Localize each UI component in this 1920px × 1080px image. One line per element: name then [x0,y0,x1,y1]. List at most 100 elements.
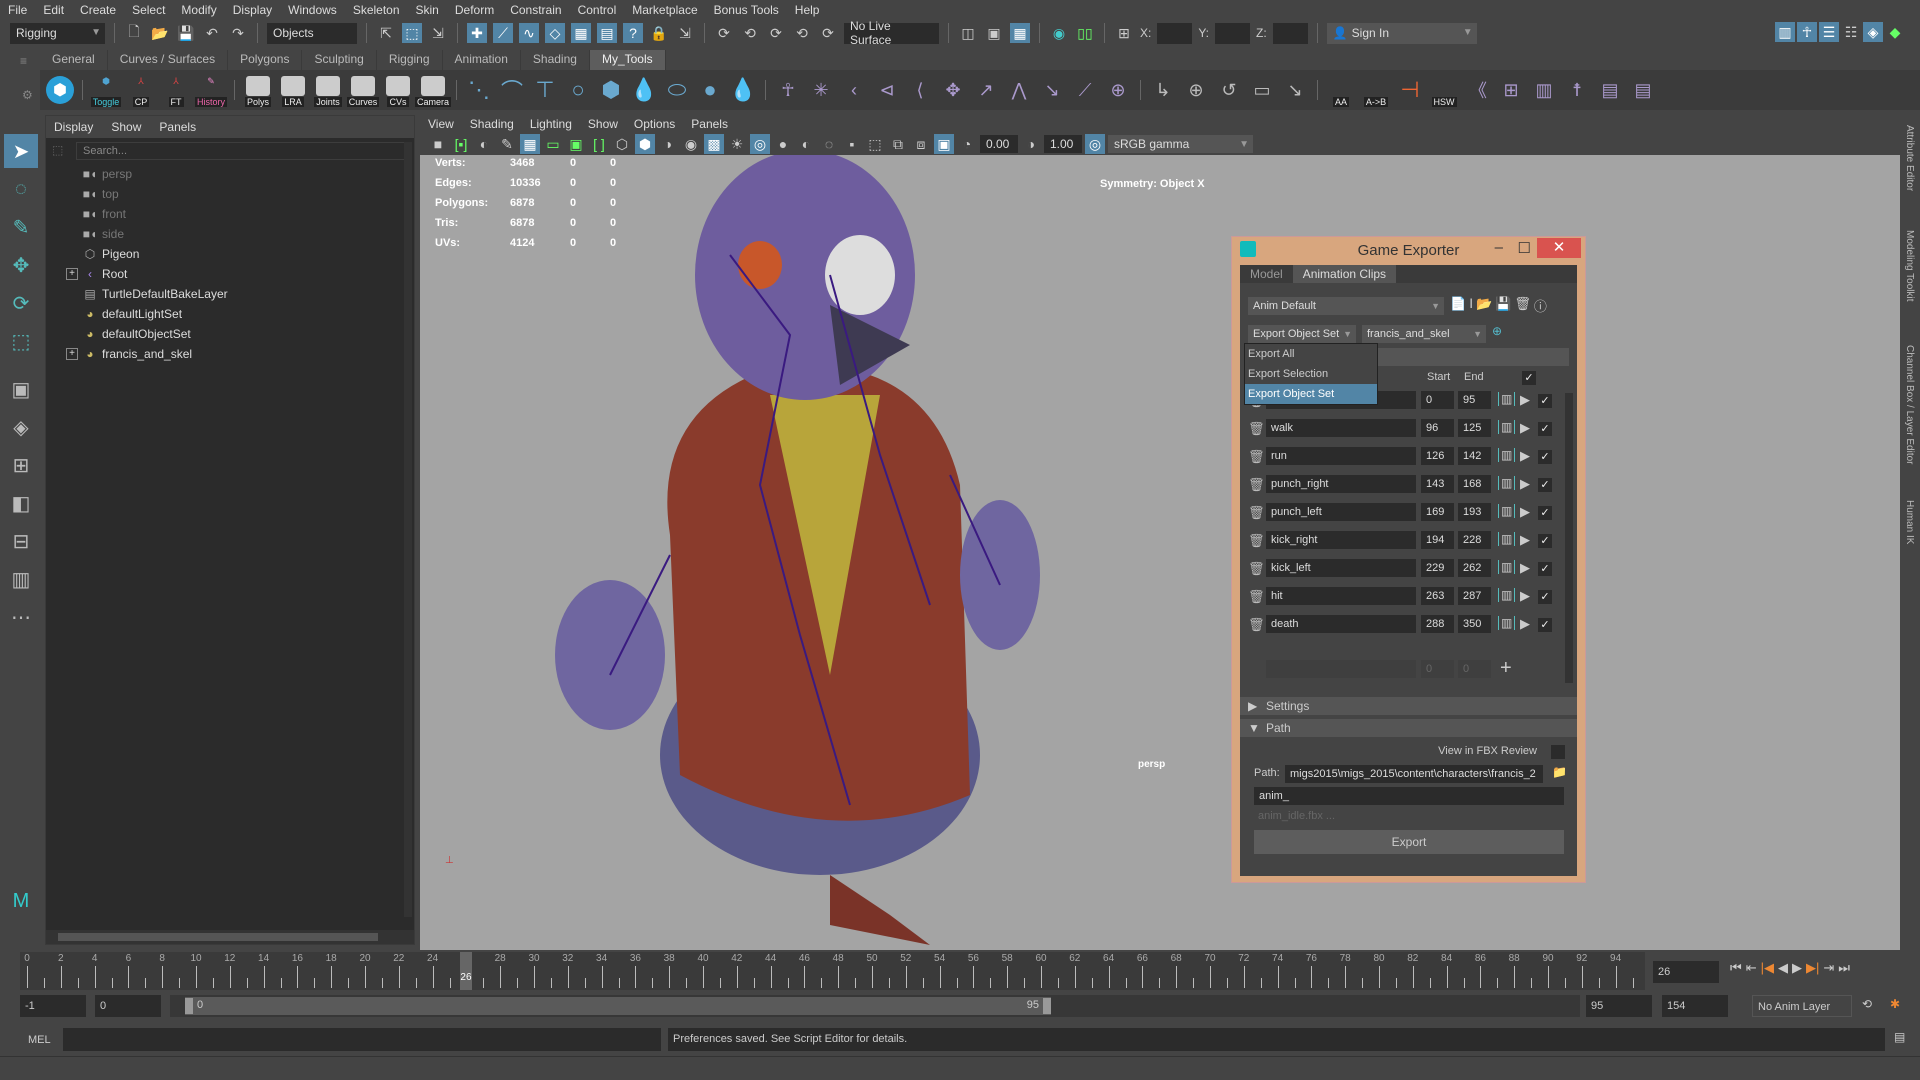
input-ops-icon[interactable]: ⟲ [740,23,760,43]
film-gate-icon[interactable]: ▭ [543,134,563,154]
help-icon[interactable]: ⓘ [1534,296,1547,315]
select-hierarchy-icon[interactable]: ⇱ [376,23,396,43]
shelf-button-polys[interactable]: Polys [243,73,273,107]
menu-deform[interactable]: Deform [455,3,494,17]
menu-create[interactable]: Create [80,3,116,17]
shelf-button-lra[interactable]: LRA [278,73,308,107]
history-icon[interactable]: ⟳ [714,23,734,43]
shelf-button-cvs[interactable]: CVs [383,73,413,107]
snap-point-icon[interactable]: ∿ [519,23,539,43]
dialog-title-bar[interactable]: Game Exporter – ☐ ✕ [1232,237,1585,263]
play-clip-icon[interactable]: ▶ [1520,448,1530,464]
clip-end-input[interactable]: 168 [1458,475,1491,493]
drop-icon[interactable]: 💧 [630,76,658,104]
path-section-header[interactable]: ▼ Path [1240,719,1577,737]
construction-history-icon[interactable]: ⟲ [792,23,812,43]
tab-polygons[interactable]: Polygons [228,50,303,70]
modeling-toolkit-toggle-icon[interactable]: ▥ [1775,22,1795,42]
select-tool-icon[interactable]: ➤ [4,134,38,168]
tab-general[interactable]: General [40,50,108,70]
play-clip-icon[interactable]: ▶ [1520,532,1530,548]
clip-start-input[interactable]: 0 [1421,391,1454,409]
cylinder-icon[interactable]: ⬭ [663,76,691,104]
path-input[interactable]: migs2015\migs_2015\content\characters\fr… [1285,765,1543,783]
shelf-button-camera[interactable]: Camera [415,73,452,107]
menu-control[interactable]: Control [578,3,617,17]
menu-select[interactable]: Select [132,3,165,17]
shelf-button-joints[interactable]: Joints [313,73,343,107]
persp-layout-icon[interactable]: ◈ [4,410,38,444]
filter-icon[interactable]: ⬚ [52,143,63,157]
expand-toggle-icon[interactable]: + [66,348,78,360]
tab-animation[interactable]: Animation [442,50,521,70]
xray-joints-icon[interactable]: ⧉ [888,134,908,154]
set-time-range-icon[interactable]: ▥ [1498,448,1516,462]
animation-end-field[interactable]: 154 [1662,995,1728,1017]
clip-end-input[interactable]: 228 [1458,531,1491,549]
new-clip-end-input[interactable]: 0 [1458,660,1491,678]
viewport-panel[interactable]: View Shading Lighting Show Options Panels ■ [… [420,115,1900,950]
lock-icon[interactable]: 🔒 [649,23,669,43]
joint-orient-icon[interactable]: ⟨ [906,76,934,104]
object-set-dropdown[interactable]: francis_and_skel ▼ [1362,325,1486,343]
rotate-tool-icon[interactable]: ⟳ [4,286,38,320]
command-input[interactable] [63,1028,661,1051]
play-clip-icon[interactable]: ▶ [1520,560,1530,576]
settings-section-header[interactable]: ▶ Settings [1240,697,1577,715]
menuset-dropdown[interactable]: Rigging ▼ [10,22,105,44]
gamma-icon[interactable]: ◑ [1021,134,1041,154]
set-time-range-icon[interactable]: ▥ [1498,476,1516,490]
clip-start-input[interactable]: 194 [1421,531,1454,549]
outliner-item[interactable]: ▤ TurtleDefaultBakeLayer [46,284,414,304]
cube-icon[interactable]: ⬢ [597,76,625,104]
outliner-menu-panels[interactable]: Panels [159,120,196,134]
open-preset-icon[interactable]: 📂 [1476,296,1492,315]
clip-name-input[interactable]: walk [1266,419,1416,437]
play-clip-icon[interactable]: ▶ [1520,392,1530,408]
shelf-button-curves[interactable]: Curves [346,73,380,107]
tab-rigging[interactable]: Rigging [376,50,443,70]
tab-curves-surfaces[interactable]: Curves / Surfaces [107,50,229,70]
clip-end-input[interactable]: 142 [1458,447,1491,465]
wireframe-icon[interactable]: ⬡ [612,134,632,154]
circle-icon[interactable]: ○ [564,76,592,104]
anim-layer-dropdown[interactable]: No Anim Layer [1752,995,1852,1017]
menu-marketplace[interactable]: Marketplace [632,3,697,17]
snap-view-plane-icon[interactable]: ▦ [571,23,591,43]
shelf-button-ft[interactable]: ⅄ FT [161,73,191,107]
tab-model[interactable]: Model [1240,265,1293,283]
bind-skin-icon[interactable]: ↗ [972,76,1000,104]
curve-ep-icon[interactable]: ⌒ [498,76,526,104]
hud-icon[interactable]: ▣ [934,134,954,154]
smooth-shade-icon[interactable]: ⬢ [635,134,655,154]
playback-end-field[interactable]: 95 [1586,995,1652,1017]
clip-start-input[interactable]: 229 [1421,559,1454,577]
delete-clip-icon[interactable]: 🗑 [1248,617,1265,633]
selection-mode-dropdown[interactable]: Objects [267,22,357,44]
render-view-icon[interactable]: ◫ [958,23,978,43]
auto-key-icon[interactable]: ⟲ [1862,997,1872,1011]
viewport-menu-view[interactable]: View [428,117,454,131]
clip-export-checkbox[interactable]: ✓ [1538,394,1552,408]
outliner-h-scrollbar[interactable] [46,930,414,944]
clip-start-input[interactable]: 288 [1421,615,1454,633]
range-end-handle[interactable] [1043,998,1051,1014]
help-icon[interactable]: ? [623,23,643,43]
export-button[interactable]: Export [1254,830,1564,854]
insert-joint-icon[interactable]: ⟋ [1071,76,1099,104]
new-clip-start-input[interactable]: 0 [1421,660,1454,678]
export-menu-item-export-all[interactable]: Export All [1245,344,1377,364]
add-clip-button[interactable]: + [1500,657,1512,680]
play-backward-icon[interactable]: ◀ [1778,960,1788,976]
layout-icon[interactable]: ▥ [4,562,38,596]
pose-icon[interactable]: ☨ [1563,76,1591,104]
xray-active-icon[interactable]: ⧈ [911,134,931,154]
single-pane-layout-icon[interactable]: ▣ [4,372,38,406]
wireframe-on-shaded-icon[interactable]: ◑ [658,134,678,154]
delete-clip-icon[interactable]: 🗑 [1248,505,1265,521]
aim-constraint-icon[interactable]: ↘ [1281,76,1309,104]
set-time-range-icon[interactable]: ▥ [1498,392,1516,406]
outliner-scrollbar[interactable] [404,142,412,917]
tab-my_tools[interactable]: My_Tools [589,50,666,70]
transform-box-icon[interactable]: ⊞ [1114,23,1134,43]
